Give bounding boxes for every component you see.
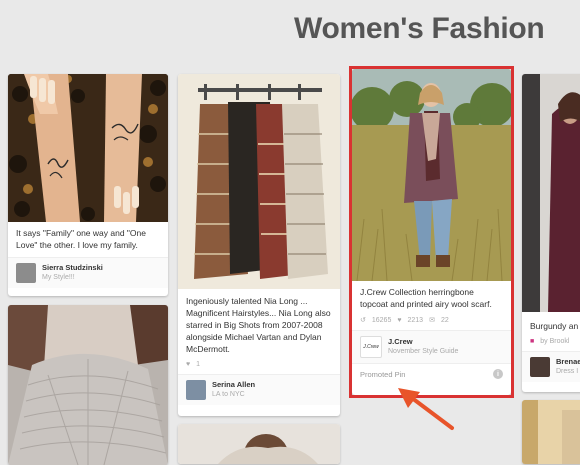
like-count: 2213: [407, 316, 424, 324]
board-title: Women's Fashion: [294, 12, 545, 45]
board-name[interactable]: Dress I: [556, 367, 580, 377]
comment-count: 22: [440, 316, 449, 324]
pin-card-burgundy[interactable]: Burgundy an ■ by Brookl Brenae Dress I: [522, 74, 580, 392]
pin-description: Burgundy an: [530, 321, 579, 331]
pin-image[interactable]: [522, 74, 580, 312]
pin-description: Ingeniously talented Nia Long ... Magnif…: [186, 296, 331, 354]
pin-attribution[interactable]: J.Crew J.Crew November Style Guide: [352, 330, 511, 363]
pin-image[interactable]: [8, 74, 168, 222]
pin-image[interactable]: [352, 69, 511, 281]
pin-description: J.Crew Collection herringbone topcoat an…: [360, 287, 492, 309]
scarf-photo: [178, 424, 340, 464]
jcrew-photo: [352, 69, 511, 281]
pinner-name[interactable]: Sierra Studzinski: [42, 263, 103, 273]
avatar[interactable]: [186, 380, 206, 400]
pinner-name[interactable]: J.Crew: [388, 337, 458, 347]
pinner-name[interactable]: Brenae: [556, 357, 580, 367]
pin-image[interactable]: [178, 74, 340, 289]
pin-card-tattoo[interactable]: It says "Family" one way and "One Love" …: [8, 74, 168, 296]
pin-attribution[interactable]: Sierra Studzinski My Style!!!: [8, 257, 168, 288]
pin-stats: ↺ 16265 ♥ 2213 ✉ 22: [352, 314, 511, 330]
board-name[interactable]: November Style Guide: [388, 347, 458, 357]
repin-icon[interactable]: ↺: [360, 316, 366, 324]
pin-description: It says "Family" one way and "One Love" …: [16, 228, 146, 250]
heart-icon[interactable]: ♥: [397, 317, 401, 324]
board-name[interactable]: My Style!!!: [42, 273, 103, 283]
avatar[interactable]: J.Crew: [360, 336, 382, 358]
pin-card-scarf[interactable]: [178, 424, 340, 464]
burgundy-photo: [522, 74, 580, 312]
heart-icon[interactable]: ♥: [186, 361, 190, 368]
avatar-logo: J.Crew: [363, 344, 379, 350]
pin-card-silver-dress[interactable]: [8, 305, 168, 465]
like-count: 1: [196, 361, 201, 368]
source-text[interactable]: by Brookl: [540, 338, 569, 345]
pinner-name[interactable]: Serina Allen: [212, 380, 255, 390]
pin-card-bottom-right[interactable]: [522, 400, 580, 464]
info-icon[interactable]: i: [493, 369, 503, 379]
source-icon: ■: [530, 338, 535, 345]
pin-image[interactable]: [8, 305, 168, 465]
pin-stats: ♥ 1: [178, 359, 340, 374]
promoted-pin-label: Promoted Pin: [360, 369, 406, 379]
promoted-pin-bar: Promoted Pin i: [352, 363, 511, 384]
pin-card-sweaters[interactable]: Ingeniously talented Nia Long ... Magnif…: [178, 74, 340, 416]
pin-attribution[interactable]: Serina Allen LA to NYC: [178, 374, 340, 405]
comment-icon[interactable]: ✉: [429, 316, 435, 324]
repin-count: 16265: [371, 316, 392, 324]
pin-image[interactable]: [522, 400, 580, 464]
pin-image[interactable]: [178, 424, 340, 464]
board-name[interactable]: LA to NYC: [212, 390, 255, 400]
avatar[interactable]: [530, 357, 550, 377]
tattoo-photo: [8, 74, 168, 222]
pin-card-jcrew-promoted[interactable]: J.Crew Collection herringbone topcoat an…: [352, 69, 511, 395]
bottom-right-photo: [522, 400, 580, 464]
pin-attribution[interactable]: Brenae Dress I: [522, 351, 580, 382]
avatar[interactable]: [16, 263, 36, 283]
sweaters-photo: [178, 74, 340, 289]
silver-dress-photo: [8, 305, 168, 465]
arrow-pointer: [398, 388, 454, 430]
pin-source[interactable]: ■ by Brookl: [522, 336, 580, 351]
